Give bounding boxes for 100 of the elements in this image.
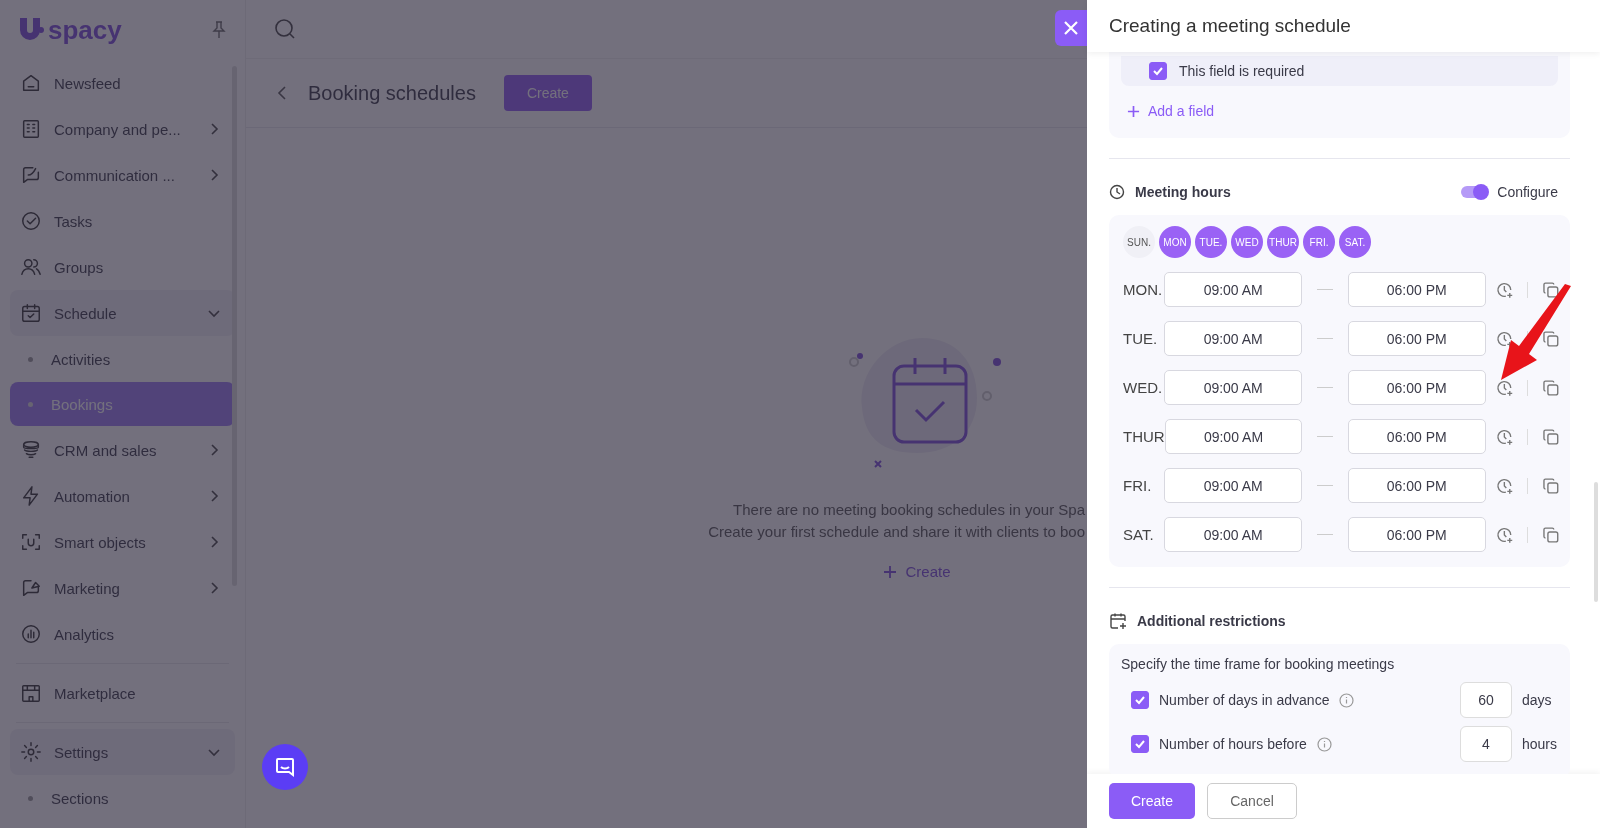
toggle-switch[interactable] (1461, 186, 1488, 198)
checkbox-label: Number of days in advance (1159, 692, 1330, 708)
page-title: Booking schedules (308, 81, 476, 105)
checkbox[interactable] (1149, 62, 1167, 80)
building-icon (20, 118, 42, 140)
sidebar-item[interactable]: Schedule (10, 290, 235, 336)
search-icon[interactable] (274, 18, 296, 40)
check-circle-icon (20, 210, 42, 232)
sidebar-item[interactable]: Marketplace (10, 670, 235, 716)
clock-plus-icon[interactable] (1495, 525, 1514, 544)
checkbox-label: Number of hours before (1159, 736, 1307, 752)
unit-label: hours (1522, 736, 1558, 752)
start-time-field[interactable]: 09:00 AM (1164, 468, 1303, 503)
close-button[interactable] (1055, 10, 1087, 46)
check-icon (1134, 738, 1146, 750)
sidebar-item[interactable]: Company and pe... (10, 106, 235, 152)
start-time-field[interactable]: 09:00 AM (1164, 272, 1303, 307)
section-title: Meeting hours (1135, 184, 1231, 200)
copy-icon[interactable] (1542, 329, 1560, 348)
day-label: TUE. (1123, 330, 1159, 347)
checkbox[interactable] (1131, 735, 1149, 753)
sidebar-item[interactable]: Newsfeed (10, 60, 235, 106)
create-button[interactable]: Create (1109, 783, 1195, 819)
day-label: THUR (1123, 428, 1165, 445)
number-field[interactable]: 60 (1460, 682, 1512, 718)
end-time-field[interactable]: 06:00 PM (1347, 272, 1486, 307)
section-title: Additional restrictions (1137, 613, 1286, 629)
number-field[interactable]: 4 (1460, 726, 1512, 762)
end-time-field[interactable]: 06:00 PM (1347, 517, 1486, 552)
logo-text: spacy (48, 14, 122, 46)
day-toggle[interactable]: SAT. (1339, 226, 1371, 258)
back-chevron-icon[interactable] (276, 85, 288, 101)
sidebar-item[interactable]: Analytics (10, 611, 235, 657)
day-toggle[interactable]: FRI. (1303, 226, 1335, 258)
end-time-field[interactable]: 06:00 PM (1348, 419, 1486, 454)
store-icon (20, 682, 42, 704)
panel-title: Creating a meeting schedule (1109, 15, 1351, 37)
start-time-field[interactable]: 09:00 AM (1164, 517, 1303, 552)
start-time-field[interactable]: 09:00 AM (1164, 419, 1303, 454)
copy-icon[interactable] (1542, 476, 1560, 495)
sidebar-item[interactable]: CRM and sales (10, 427, 235, 473)
chat-icon (20, 164, 42, 186)
users-icon (20, 256, 42, 278)
day-label: SAT. (1123, 526, 1155, 543)
sidebar-item[interactable]: Communication ... (10, 152, 235, 198)
day-toggle[interactable]: WED (1231, 226, 1263, 258)
home-icon (20, 72, 42, 94)
copy-icon[interactable] (1542, 427, 1560, 446)
toggle-label: Configure (1497, 184, 1558, 200)
end-time-field[interactable]: 06:00 PM (1347, 370, 1486, 405)
hint-text: Specify the time frame for booking meetings (1121, 656, 1396, 672)
cancel-button[interactable]: Cancel (1207, 783, 1297, 819)
plus-icon (1127, 104, 1140, 118)
sidebar-item[interactable]: Groups (10, 244, 235, 290)
close-icon (1063, 20, 1079, 36)
day-label: WED. (1123, 379, 1164, 396)
plus-icon (883, 564, 898, 579)
sidebar-item[interactable]: Smart objects (10, 519, 235, 565)
sidebar-item[interactable]: Settings (10, 729, 235, 775)
clock-plus-icon[interactable] (1495, 378, 1514, 397)
scan-icon (20, 531, 42, 553)
calendar-icon (20, 302, 42, 324)
unit-label: days (1522, 692, 1553, 708)
database-icon (20, 439, 42, 461)
check-icon (1152, 65, 1164, 77)
end-time-field[interactable]: 06:00 PM (1347, 468, 1486, 503)
copy-icon[interactable] (1542, 280, 1560, 299)
settings-icon (20, 741, 42, 763)
scrollbar[interactable] (232, 66, 237, 586)
add-field-link[interactable]: Add a field (1121, 92, 1558, 130)
clock-icon (1109, 184, 1125, 200)
day-label: FRI. (1123, 477, 1153, 494)
create-link[interactable]: Create (883, 563, 951, 580)
day-toggle[interactable]: SUN. (1123, 226, 1155, 258)
info-icon[interactable] (1339, 692, 1355, 708)
day-toggle[interactable]: THUR (1267, 226, 1299, 258)
copy-icon[interactable] (1542, 525, 1560, 544)
chat-icon (274, 756, 296, 778)
day-toggle[interactable]: TUE. (1195, 226, 1227, 258)
pin-icon[interactable] (211, 21, 227, 39)
empty-state-text: There are no meeting booking schedules in your Spa (733, 501, 1085, 518)
start-time-field[interactable]: 09:00 AM (1164, 321, 1303, 356)
checkbox-label: This field is required (1179, 63, 1305, 79)
end-time-field[interactable]: 06:00 PM (1347, 321, 1486, 356)
start-time-field[interactable]: 09:00 AM (1164, 370, 1303, 405)
chart-icon (20, 623, 42, 645)
sidebar-subitem[interactable]: Activities (10, 337, 235, 381)
clock-plus-icon[interactable] (1495, 280, 1514, 299)
chat-button[interactable] (262, 744, 308, 790)
clock-plus-icon[interactable] (1495, 427, 1514, 446)
scrollbar[interactable] (1594, 482, 1598, 602)
copy-icon[interactable] (1542, 378, 1560, 397)
sidebar-item[interactable]: Tasks (10, 198, 235, 244)
sidebar-item[interactable]: Automation (10, 473, 235, 519)
checkbox[interactable] (1131, 691, 1149, 709)
info-icon[interactable] (1316, 736, 1332, 752)
sidebar-subitem[interactable]: Sections (10, 776, 235, 820)
clock-plus-icon[interactable] (1495, 476, 1514, 495)
day-toggle[interactable]: MON (1159, 226, 1191, 258)
sidebar-item[interactable]: Marketing (10, 565, 235, 611)
